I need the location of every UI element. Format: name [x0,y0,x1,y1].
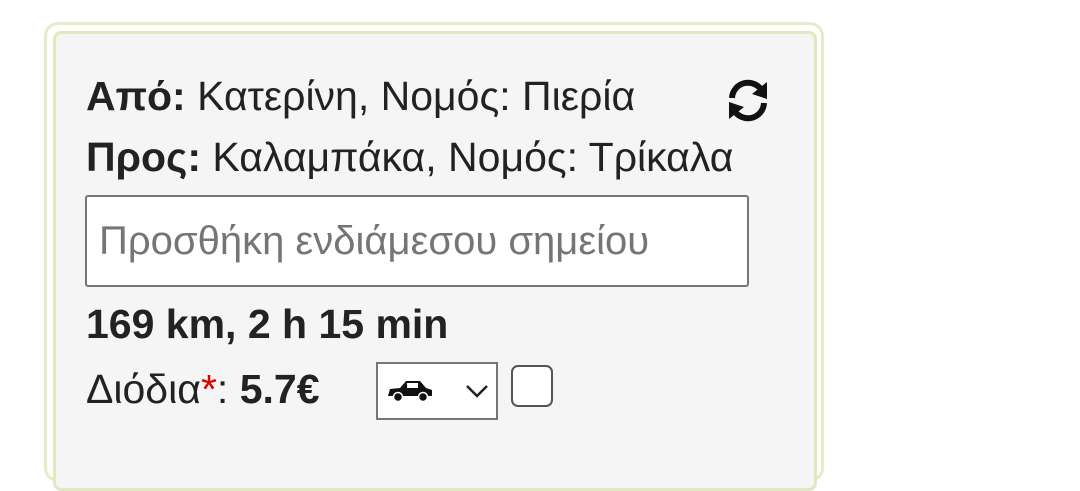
to-row: Προς: Καλαμπάκα, Νομός: Τρίκαλα [86,133,733,181]
vehicle-type-select[interactable] [376,362,498,420]
tolls-row: Διόδια*: 5.7€ [86,365,320,413]
swap-route-button[interactable] [722,74,774,126]
to-value: Καλαμπάκα, Νομός: Τρίκαλα [201,134,734,180]
from-value: Κατερίνη, Νομός: Πιερία [185,73,636,119]
waypoint-input[interactable] [85,195,749,287]
required-star: * [200,366,217,412]
car-icon [388,381,432,403]
from-label: Από: [86,73,186,119]
chevron-down-icon [466,385,488,398]
tolls-amount: 5.7€ [239,366,320,412]
to-label: Προς: [86,134,201,180]
tolls-separator: : [216,366,240,412]
refresh-icon [729,79,767,122]
tolls-checkbox[interactable] [511,365,553,407]
route-summary: 169 km, 2 h 15 min [86,301,449,347]
from-row: Από: Κατερίνη, Νομός: Πιερία [86,72,635,120]
tolls-label: Διόδια [86,366,201,412]
